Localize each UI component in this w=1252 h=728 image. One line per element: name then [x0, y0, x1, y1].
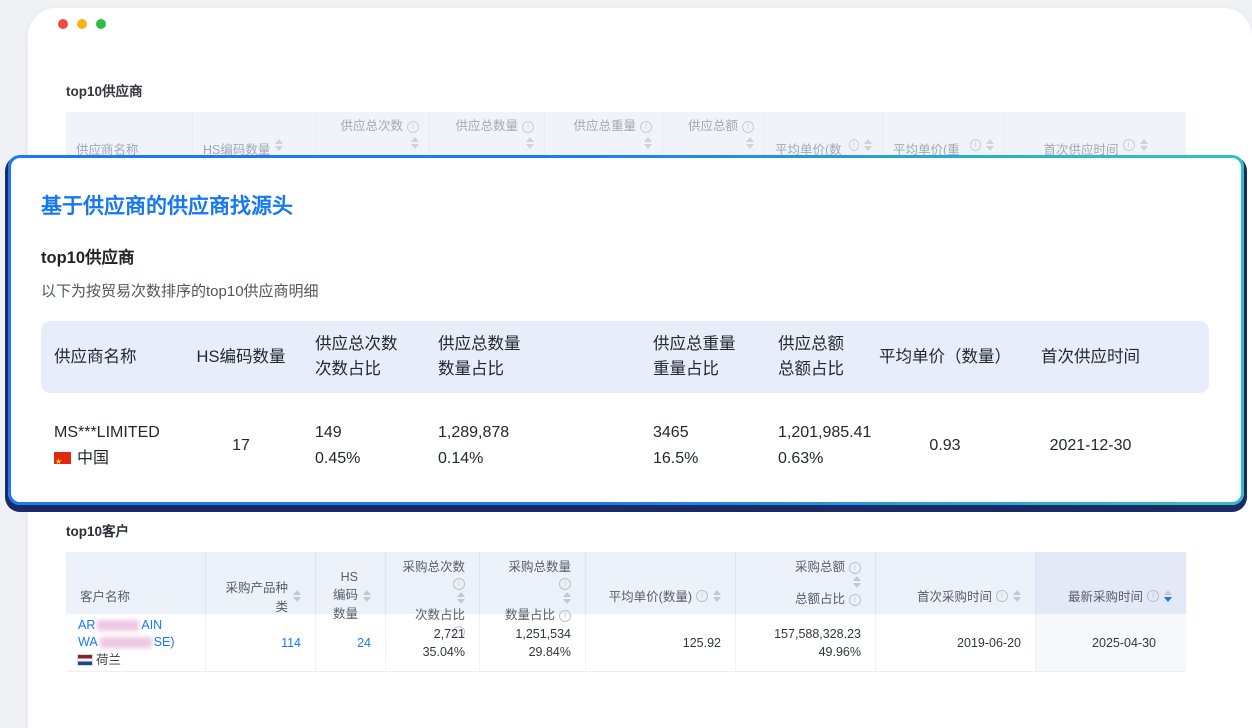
customer-table-header: 客户名称 采购产品种类 HS编码数量 采购总次数 次数占比 采购总数量 数量占比…: [66, 552, 1186, 614]
supplier-name-cell: MS***LIMITED 中国: [41, 420, 180, 472]
panel-description: 以下为按贸易次数排序的top10供应商明细: [41, 280, 1241, 301]
redacted-text: [97, 620, 139, 631]
hs-count-cell: 24: [316, 614, 386, 671]
netherlands-flag-icon: [78, 655, 92, 665]
info-icon[interactable]: [849, 594, 861, 606]
col-supply-times: 供应总次数次数占比: [302, 332, 425, 382]
supplier-section-title: top10供应商: [66, 80, 143, 100]
customer-table-row: ARAIN WASE) 荷兰 114 24 2,72135.04% 1,251,…: [66, 614, 1186, 672]
sort-icon[interactable]: [986, 139, 994, 151]
avg-price-cell: 0.93: [873, 433, 1017, 459]
sort-icon[interactable]: [363, 590, 371, 602]
info-icon[interactable]: [970, 139, 981, 151]
overlay-table-header: 供应商名称 HS编码数量 供应总次数次数占比 供应总数量数量占比 供应总重量重量…: [41, 321, 1209, 393]
col-supply-amount: 供应总额总额占比: [765, 332, 873, 382]
page: top10供应商 供应商名称 HS编码数量 供应总次数 次数占比 供应总数量 数…: [0, 0, 1252, 728]
first-purchase-date-cell: 2019-06-20: [876, 614, 1036, 671]
col-supply-quantity: 供应总数量数量占比: [425, 332, 640, 382]
info-icon[interactable]: [407, 121, 419, 133]
sort-icon[interactable]: [526, 137, 534, 149]
info-icon[interactable]: [453, 578, 465, 590]
window-controls: [58, 19, 106, 29]
supply-quantity-cell: 1,289,8780.14%: [425, 420, 640, 472]
info-icon[interactable]: [1147, 590, 1159, 602]
hs-count-cell: 17: [180, 433, 302, 459]
overlay-table-row: MS***LIMITED 中国 17 1490.45% 1,289,8780.1…: [41, 403, 1209, 489]
col-hs-count: HS编码数量: [180, 345, 302, 370]
sort-icon[interactable]: [275, 139, 283, 151]
info-icon[interactable]: [1123, 139, 1135, 151]
sort-icon[interactable]: [746, 137, 754, 149]
first-supply-date-cell: 2021-12-30: [1017, 433, 1209, 459]
supplier-country: 中国: [77, 450, 109, 467]
hs-count-link[interactable]: 24: [330, 634, 371, 652]
sort-icon-active-desc[interactable]: [1164, 590, 1172, 602]
info-icon[interactable]: [696, 590, 708, 602]
supply-amount-cell: 1,201,985.410.63%: [765, 420, 873, 472]
panel-title: 基于供应商的供应商找源头: [41, 190, 1241, 220]
supply-weight-cell: 346516.5%: [640, 420, 765, 472]
sort-icon[interactable]: [864, 139, 872, 151]
zoom-window-icon[interactable]: [96, 19, 106, 29]
customer-country: 荷兰: [96, 653, 121, 667]
col-avg-price-qty: 平均单价（数量）: [873, 345, 1017, 370]
customer-name-link[interactable]: ARAIN: [78, 617, 191, 634]
customer-section-title: top10客户: [66, 520, 129, 540]
info-icon[interactable]: [849, 139, 859, 151]
supplier-name: MS***LIMITED: [54, 420, 180, 446]
info-icon[interactable]: [522, 121, 534, 133]
china-flag-icon: [54, 452, 71, 464]
sort-icon[interactable]: [853, 576, 861, 588]
sort-icon[interactable]: [563, 592, 571, 604]
info-icon[interactable]: [559, 578, 571, 590]
product-types-cell: 114: [206, 614, 316, 671]
sort-icon[interactable]: [411, 137, 419, 149]
info-icon[interactable]: [849, 562, 861, 574]
info-icon[interactable]: [996, 590, 1008, 602]
customer-name-link[interactable]: WASE): [78, 634, 191, 651]
col-first-supply-date: 首次供应时间: [1017, 345, 1209, 370]
sort-icon[interactable]: [644, 137, 652, 149]
info-icon[interactable]: [640, 121, 652, 133]
purchase-amount-cell: 157,588,328.2349.96%: [736, 614, 876, 671]
sort-icon[interactable]: [1140, 139, 1148, 151]
redacted-text: [100, 637, 152, 648]
avg-price-cell: 125.92: [586, 614, 736, 671]
info-icon[interactable]: [742, 121, 754, 133]
col-supplier-name: 供应商名称: [41, 345, 180, 370]
product-types-link[interactable]: 114: [220, 634, 301, 652]
purchase-times-cell: 2,72135.04%: [386, 614, 480, 671]
latest-purchase-date-cell: 2025-04-30: [1036, 614, 1186, 671]
supply-times-cell: 1490.45%: [302, 420, 425, 472]
customer-table: 客户名称 采购产品种类 HS编码数量 采购总次数 次数占比 采购总数量 数量占比…: [66, 552, 1186, 672]
minimize-window-icon[interactable]: [77, 19, 87, 29]
highlight-panel: 基于供应商的供应商找源头 top10供应商 以下为按贸易次数排序的top10供应…: [8, 155, 1244, 505]
customer-name-cell: ARAIN WASE) 荷兰: [66, 614, 206, 671]
sort-icon[interactable]: [293, 590, 301, 602]
panel-subtitle: top10供应商: [41, 244, 1241, 268]
close-window-icon[interactable]: [58, 19, 68, 29]
sort-icon[interactable]: [713, 590, 721, 602]
col-supply-weight: 供应总重量重量占比: [640, 332, 765, 382]
highlight-panel-body: 基于供应商的供应商找源头 top10供应商 以下为按贸易次数排序的top10供应…: [11, 158, 1241, 502]
sort-icon[interactable]: [1013, 590, 1021, 602]
purchase-quantity-cell: 1,251,53429.84%: [480, 614, 586, 671]
sort-icon[interactable]: [457, 592, 465, 604]
